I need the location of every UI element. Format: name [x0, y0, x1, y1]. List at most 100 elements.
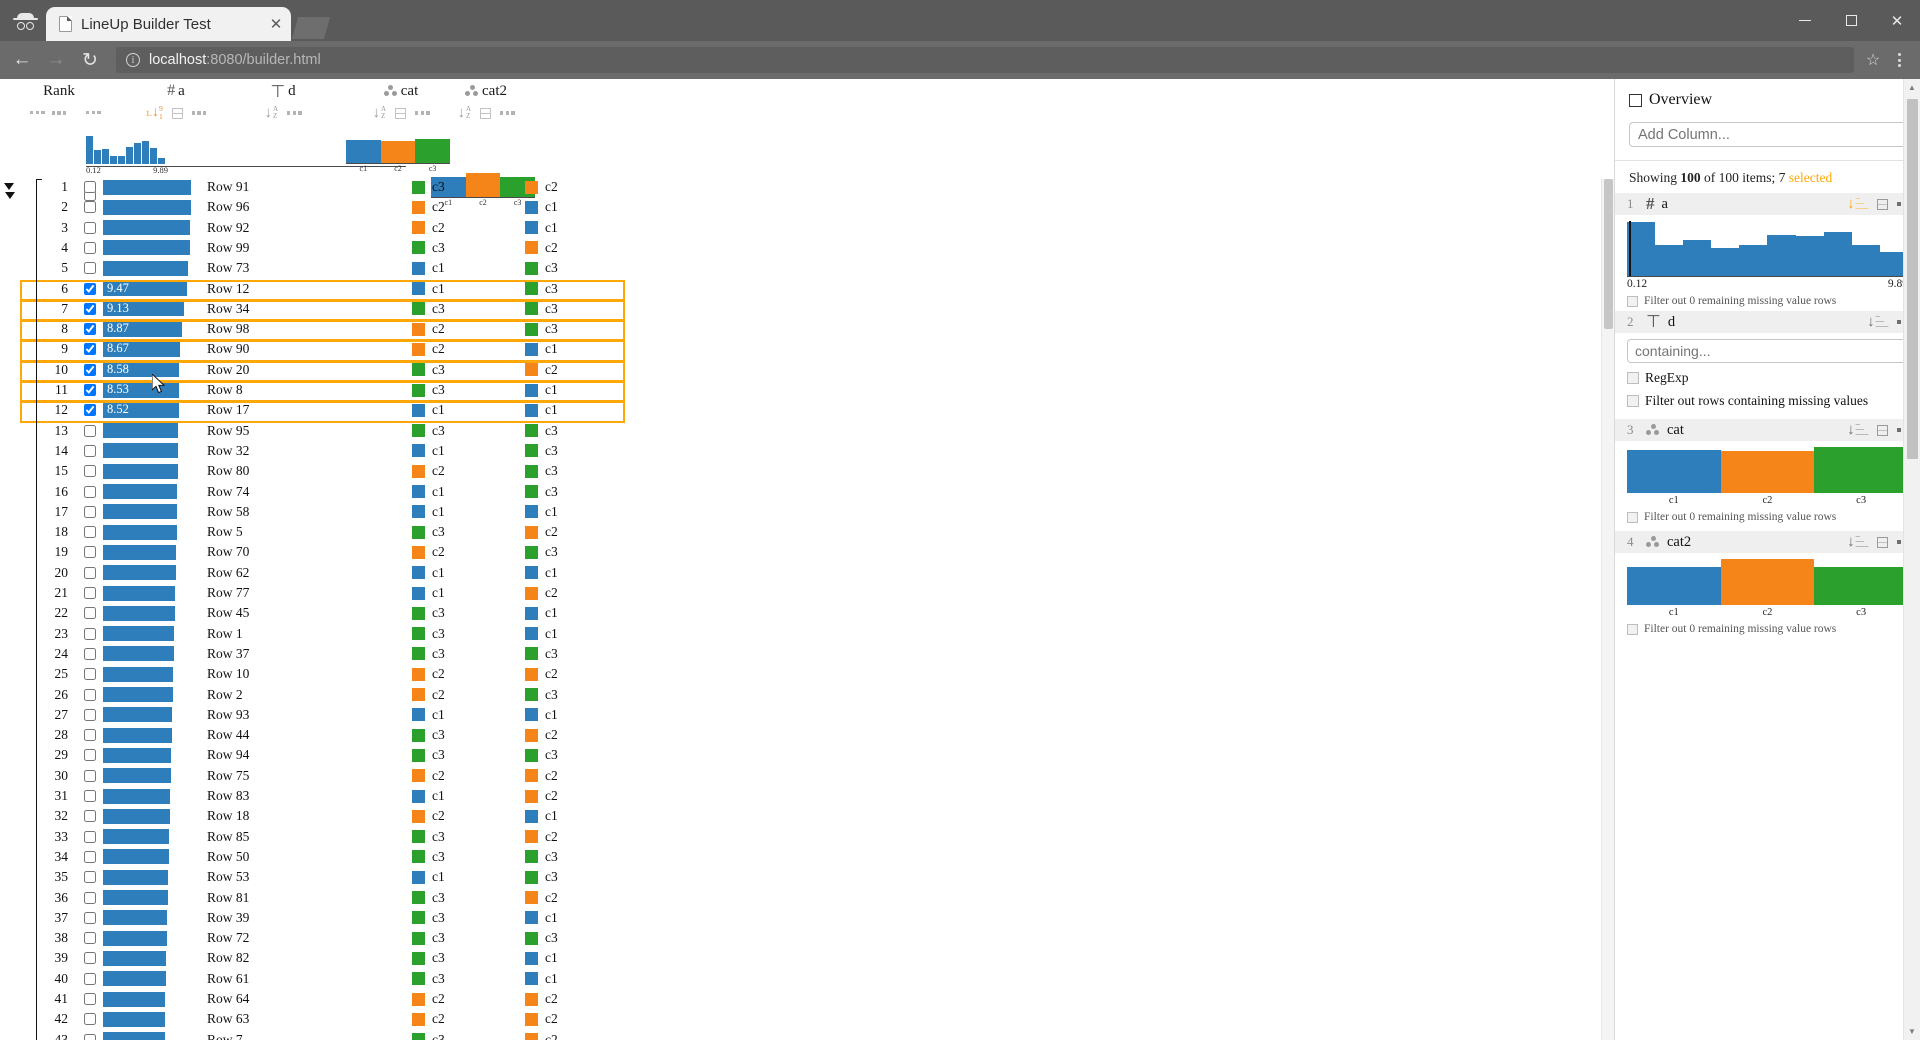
row-value-bar[interactable]	[103, 890, 168, 905]
table-row[interactable]: 69.47Row 12c1c3	[0, 281, 1614, 297]
column-a-histogram[interactable]: 0.129.89	[86, 136, 168, 175]
row-select-checkbox[interactable]	[84, 343, 96, 355]
row-select-checkbox[interactable]	[84, 283, 96, 295]
add-column-input[interactable]	[1629, 122, 1906, 147]
table-row[interactable]: 24Row 37c3c3	[0, 646, 1614, 662]
row-value-bar[interactable]	[103, 443, 178, 458]
sort-numeric-desc-icon[interactable]: 1.↓91	[146, 105, 163, 121]
table-row[interactable]: 32Row 18c2c1	[0, 808, 1614, 824]
table-row[interactable]: 33Row 85c3c2	[0, 829, 1614, 845]
sort-alphabetical-icon[interactable]: ↓AZ	[372, 106, 386, 121]
browser-menu-icon[interactable]	[1886, 47, 1912, 73]
row-value-bar[interactable]	[103, 768, 171, 783]
row-select-checkbox[interactable]	[84, 770, 96, 782]
string-filter-input[interactable]	[1627, 339, 1908, 363]
table-row[interactable]: 98.67Row 90c2c1	[0, 341, 1614, 357]
row-select-checkbox[interactable]	[84, 425, 96, 437]
table-row[interactable]: 20Row 62c1c1	[0, 565, 1614, 581]
rank-more-icon[interactable]	[52, 111, 67, 114]
row-value-bar[interactable]	[103, 565, 176, 580]
row-select-checkbox[interactable]	[84, 486, 96, 498]
missing-filter-checkbox[interactable]	[1627, 296, 1638, 307]
row-select-checkbox[interactable]	[84, 648, 96, 660]
row-select-checkbox[interactable]	[84, 932, 96, 944]
minimize-button[interactable]	[1782, 0, 1828, 41]
table-row[interactable]: 28Row 44c3c2	[0, 727, 1614, 743]
table-row[interactable]: 38Row 72c3c3	[0, 930, 1614, 946]
row-value-bar[interactable]	[103, 646, 174, 661]
row-value-bar[interactable]	[103, 484, 177, 499]
table-row[interactable]: 29Row 94c3c3	[0, 747, 1614, 763]
scroll-up-arrow[interactable]: ▲	[1904, 79, 1920, 96]
row-value-bar[interactable]	[103, 951, 166, 966]
row-value-bar[interactable]	[103, 504, 177, 519]
row-value-bar[interactable]	[103, 261, 188, 276]
table-row[interactable]: 14Row 32c1c3	[0, 443, 1614, 459]
table-scroll-thumb[interactable]	[1604, 179, 1613, 329]
row-value-bar[interactable]	[103, 789, 170, 804]
row-value-bar[interactable]	[103, 667, 173, 682]
panel-entry-header-d[interactable]: 2⊤d↓──────	[1615, 311, 1920, 333]
table-row[interactable]: 23Row 1c3c1	[0, 626, 1614, 642]
table-row[interactable]: 16Row 74c1c3	[0, 484, 1614, 500]
stratify-icon[interactable]	[1877, 425, 1888, 436]
row-select-checkbox[interactable]	[84, 1034, 96, 1040]
table-row[interactable]: 35Row 53c1c3	[0, 869, 1614, 885]
new-tab-button[interactable]	[292, 17, 330, 39]
table-row[interactable]: 3Row 92c2c1	[0, 220, 1614, 236]
panel-missing-filter-row[interactable]: Filter out 0 remaining missing value row…	[1627, 623, 1908, 635]
row-select-checkbox[interactable]	[84, 729, 96, 741]
row-value-bar[interactable]	[103, 707, 172, 722]
regexp-row[interactable]: RegExp	[1627, 370, 1908, 386]
stratify-icon[interactable]	[172, 108, 183, 119]
table-row[interactable]: 37Row 39c3c1	[0, 910, 1614, 926]
row-select-checkbox[interactable]	[84, 262, 96, 274]
column-header-d[interactable]: ⊤d↓AZ	[228, 79, 338, 123]
row-select-checkbox[interactable]	[84, 222, 96, 234]
table-row[interactable]: 17Row 58c1c1	[0, 504, 1614, 520]
group-caret-icon[interactable]	[4, 183, 14, 190]
row-value-bar[interactable]	[103, 606, 175, 621]
row-select-checkbox[interactable]	[84, 567, 96, 579]
address-bar[interactable]: i localhost:8080/builder.html	[116, 47, 1854, 73]
table-row[interactable]: 43Row 7c3c2	[0, 1032, 1614, 1040]
row-select-checkbox[interactable]	[84, 628, 96, 640]
panel-scrollbar[interactable]: ▲ ▼	[1903, 79, 1920, 1040]
row-value-bar[interactable]	[103, 586, 175, 601]
table-row[interactable]: 5Row 73c1c3	[0, 260, 1614, 276]
row-select-checkbox[interactable]	[84, 709, 96, 721]
bookmark-star-icon[interactable]: ☆	[1860, 47, 1886, 73]
row-select-checkbox[interactable]	[84, 810, 96, 822]
row-value-bar[interactable]	[103, 423, 178, 438]
stratify-icon[interactable]	[395, 108, 406, 119]
column-header-cat2[interactable]: cat2↓AZ	[431, 79, 541, 123]
missing-filter-checkbox[interactable]	[1627, 512, 1638, 523]
panel-entry-header-cat2[interactable]: 4cat2↓──────	[1615, 531, 1920, 553]
row-select-checkbox[interactable]	[84, 1013, 96, 1025]
row-value-bar[interactable]	[103, 971, 166, 986]
panel-missing-filter-row[interactable]: Filter out 0 remaining missing value row…	[1627, 295, 1908, 307]
table-row[interactable]: 36Row 81c3c2	[0, 890, 1614, 906]
panel-category-chart[interactable]: c1c2c3	[1627, 559, 1908, 618]
row-select-checkbox[interactable]	[84, 303, 96, 315]
back-button[interactable]: ←	[8, 46, 36, 74]
sort-alphabetical-icon[interactable]: ↓AZ	[264, 106, 278, 121]
row-value-bar[interactable]	[103, 525, 177, 540]
panel-entry-header-a[interactable]: 1#a↓──────	[1615, 193, 1920, 215]
row-value-bar[interactable]	[103, 1032, 165, 1040]
row-select-checkbox[interactable]	[84, 607, 96, 619]
table-row[interactable]: 42Row 63c2c2	[0, 1011, 1614, 1027]
row-value-bar[interactable]	[103, 220, 190, 235]
row-select-checkbox[interactable]	[84, 384, 96, 396]
panel-scroll-thumb[interactable]	[1907, 99, 1918, 459]
sort-icon[interactable]: ↓──────	[1847, 423, 1868, 438]
row-select-checkbox[interactable]	[84, 323, 96, 335]
forward-button[interactable]: →	[42, 46, 70, 74]
row-select-checkbox[interactable]	[84, 831, 96, 843]
table-row[interactable]: 4Row 99c3c2	[0, 240, 1614, 256]
site-info-icon[interactable]: i	[126, 53, 140, 67]
table-row[interactable]: 108.58Row 20c3c2	[0, 362, 1614, 378]
table-row[interactable]: 39Row 82c3c1	[0, 950, 1614, 966]
cat-summary[interactable]: c1c2c3	[346, 139, 450, 173]
panel-missing-filter-row[interactable]: Filter out 0 remaining missing value row…	[1627, 511, 1908, 523]
